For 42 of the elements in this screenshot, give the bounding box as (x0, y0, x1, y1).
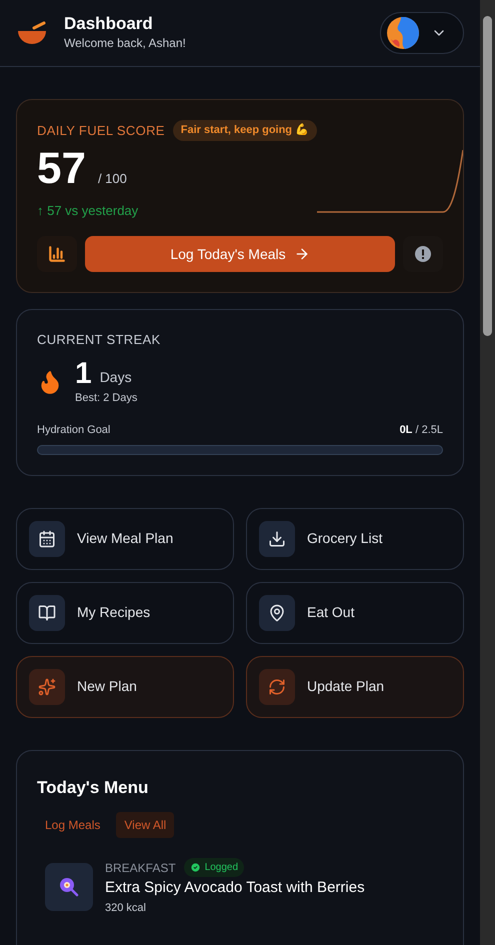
streak-unit: Days (100, 368, 132, 387)
arrow-right-icon (294, 246, 310, 262)
page-title: Dashboard (64, 14, 154, 34)
book-icon (29, 594, 65, 630)
menu-tab[interactable]: Log Meals (37, 812, 108, 838)
download-icon (259, 520, 295, 556)
action-tile[interactable]: Update Plan (246, 656, 464, 718)
pan-icon (45, 863, 93, 911)
action-tile[interactable]: View Meal Plan (16, 508, 234, 570)
action-tile[interactable]: Grocery List (246, 508, 464, 570)
hydration-label: Hydration Goal (37, 423, 110, 438)
avatar-icon (387, 17, 419, 49)
action-tile[interactable]: New Plan (16, 656, 234, 718)
action-tile[interactable]: My Recipes (16, 582, 234, 644)
refresh-icon (259, 668, 295, 704)
bar-chart-icon (48, 245, 66, 263)
score-max: / 100 (98, 170, 127, 188)
alert-icon (415, 246, 431, 262)
calendar-icon (29, 520, 65, 556)
status-badge: Fair start, keep going 💪 (172, 120, 318, 140)
profile-menu-button[interactable] (380, 12, 464, 54)
stats-button[interactable] (37, 236, 77, 272)
best-streak: Best: 2 Days (75, 390, 138, 406)
logged-badge: Logged (184, 858, 244, 877)
meal-type: BREAKFAST (105, 860, 176, 876)
sparkles-icon (29, 668, 65, 704)
card-label: DAILY FUEL SCORE (37, 122, 165, 140)
welcome-text: Welcome back, Ashan! (64, 35, 187, 52)
streak-count: 1 (75, 358, 92, 390)
card-label: CURRENT STREAK (37, 331, 162, 349)
log-meals-button[interactable]: Log Today's Meals (85, 236, 395, 272)
bowl-icon (16, 20, 48, 46)
scrollbar[interactable] (480, 0, 495, 945)
map-pin-icon (259, 594, 295, 630)
meal-calories: 320 kcal (105, 900, 147, 916)
meal-name: Extra Spicy Avocado Toast with Berries (105, 878, 365, 898)
section-title: Today's Menu (37, 776, 150, 798)
action-tile[interactable]: Eat Out (246, 582, 464, 644)
score-change: ↑ 57 vs yesterday (37, 202, 140, 220)
menu-tab[interactable]: View All (116, 812, 174, 838)
hydration-amount: 0L / 2.5L (400, 423, 443, 438)
score-value: 57 (37, 144, 86, 192)
